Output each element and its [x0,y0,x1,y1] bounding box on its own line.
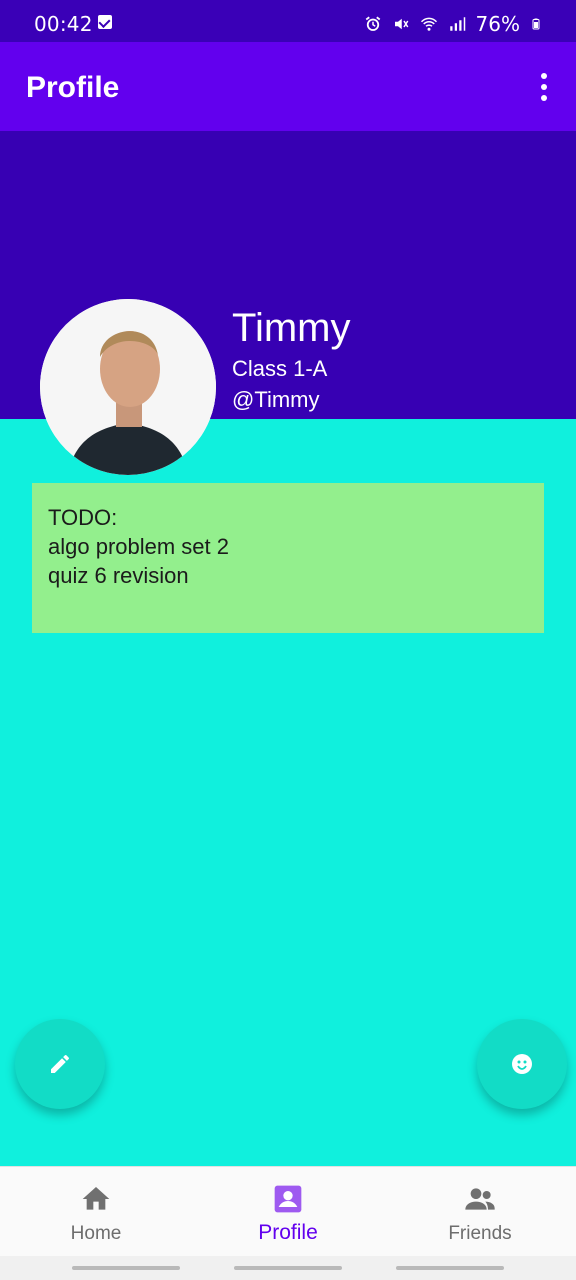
avatar [40,299,216,475]
more-vert-icon[interactable] [538,73,550,101]
battery-percent: 76% [475,12,520,36]
emoji-fab-button[interactable] [477,1019,567,1109]
pencil-icon [51,1054,70,1073]
wifi-icon [420,17,437,31]
signal-icon [449,17,465,31]
nav-label-friends: Friends [448,1223,512,1244]
status-bar: 00:42 76% [0,0,576,42]
battery-icon [532,18,540,30]
profile-name: Timmy [232,306,351,350]
todo-line: algo problem set 2 [48,534,229,559]
gesture-handle[interactable] [72,1266,180,1270]
gesture-handle[interactable] [234,1266,342,1270]
status-icons: 76% [364,12,542,36]
nav-label-profile: Profile [258,1221,318,1244]
todo-line: TODO: [48,505,118,530]
edit-fab-button[interactable] [15,1019,105,1109]
smiley-icon [512,1054,532,1074]
nav-item-friends[interactable]: Friends [384,1167,576,1257]
profile-class: Class 1-A [232,356,328,381]
gesture-handle[interactable] [396,1266,504,1270]
nav-item-profile[interactable]: Profile [192,1167,384,1257]
app-bar: Profile [0,42,576,131]
nav-item-home[interactable]: Home [0,1167,192,1257]
profile-icon [274,1185,302,1213]
bottom-navigation: Home Profile Friends [0,1166,576,1257]
checkbox-icon [98,15,112,29]
nav-label-home: Home [70,1223,122,1244]
app-bar-title: Profile [26,71,120,104]
todo-card: TODO: algo problem set 2 quiz 6 revision [32,483,544,633]
gesture-bar [0,1256,576,1280]
home-icon [82,1187,110,1210]
friends-icon [465,1188,495,1210]
alarm-icon [365,16,380,31]
mute-icon [394,18,408,30]
profile-handle: @Timmy [232,387,320,412]
todo-line: quiz 6 revision [48,563,189,588]
status-time: 00:42 [34,12,93,36]
